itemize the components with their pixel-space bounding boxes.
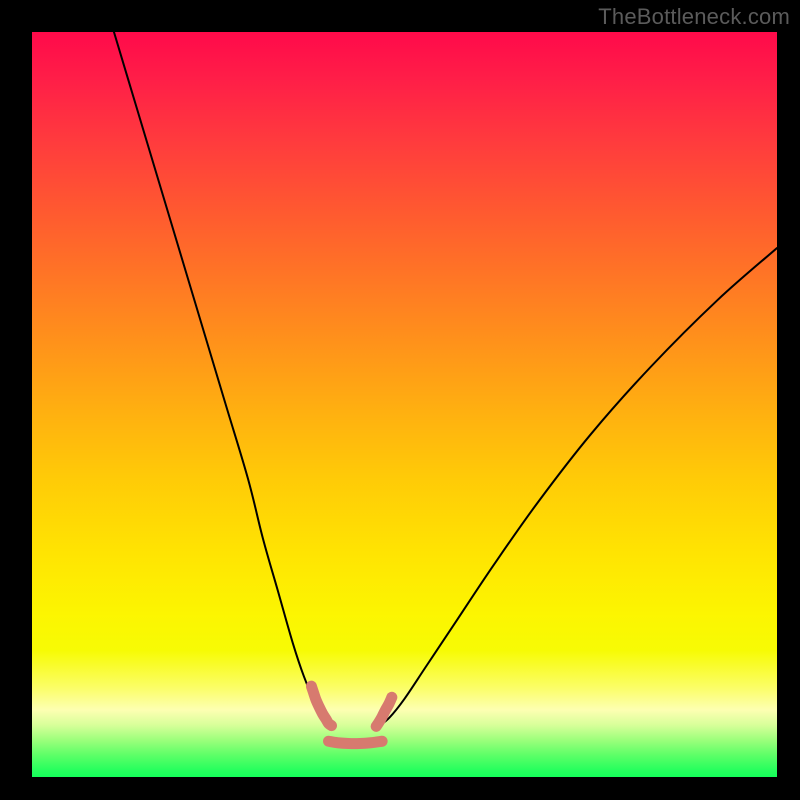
series-left-branch: [114, 32, 332, 726]
series-bottom-marker-band: [329, 741, 383, 743]
chart-frame: TheBottleneck.com: [0, 0, 800, 800]
plot-area: [32, 32, 777, 777]
series-right-branch: [378, 248, 777, 726]
series-left-marker-band: [311, 686, 331, 725]
curve-layer: [32, 32, 777, 777]
series-right-marker-band: [376, 697, 392, 726]
watermark-label: TheBottleneck.com: [598, 4, 790, 30]
